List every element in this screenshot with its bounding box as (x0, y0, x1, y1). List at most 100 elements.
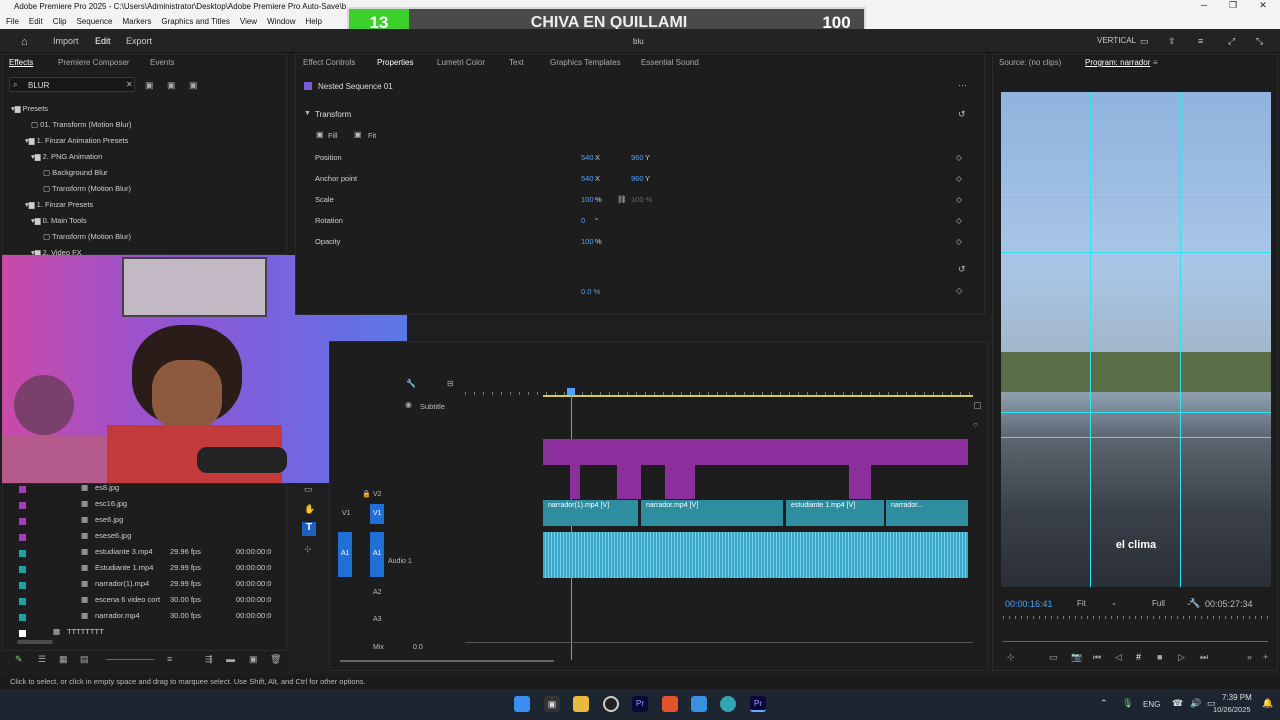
project-item-name[interactable]: narrador(1).mp4 (95, 579, 149, 588)
maximize-button[interactable]: ❐ (1218, 0, 1248, 14)
sort-icon[interactable]: ≡ (167, 654, 172, 664)
param-value-1[interactable]: 100 (581, 237, 594, 246)
menu-view[interactable]: View (240, 17, 257, 26)
freeform-view-icon[interactable]: ▤ (80, 654, 89, 665)
accelerated-icon[interactable]: ▣ (145, 80, 154, 91)
param-value-2[interactable]: 100 % (631, 195, 652, 204)
go-to-out-icon[interactable]: ⏭ (1200, 652, 1208, 663)
collapse-icon[interactable]: ▼ (304, 110, 311, 117)
program-ruler[interactable] (1003, 616, 1268, 619)
step-back-icon[interactable]: ◁ (1115, 652, 1122, 663)
param-value-2[interactable]: 960 (631, 174, 644, 183)
mix-value[interactable]: 0.0 (413, 644, 423, 651)
reset-icon-2[interactable]: ↺ (958, 264, 966, 275)
effects-tree-item[interactable]: ▾▆ 2. PNG Animation (31, 152, 102, 161)
obs-icon[interactable] (603, 696, 619, 712)
settings-wrench-icon[interactable]: 🔧 (1189, 598, 1200, 609)
reset-icon[interactable]: ↺ (958, 109, 966, 120)
home-icon[interactable]: ⌂ (21, 36, 28, 48)
keyframe-icon[interactable]: ◇ (956, 237, 962, 246)
yuv-icon[interactable]: ▣ (189, 80, 198, 91)
panel-icon[interactable]: ▭ (1140, 36, 1149, 47)
captions-icon[interactable]: ⊟ (447, 379, 454, 388)
fill-button[interactable]: Fill (328, 131, 338, 140)
effects-tree-item[interactable]: ▢ Transform (Motion Blur) (43, 184, 131, 193)
extra-value[interactable]: 0.0 % (581, 287, 600, 296)
brave-icon[interactable] (662, 696, 678, 712)
volume-icon[interactable]: 🔊 (1190, 698, 1201, 709)
project-item-name[interactable]: escena 6 video cort (95, 595, 160, 604)
type-tool-icon[interactable]: T (302, 522, 316, 536)
file-explorer-icon[interactable] (573, 696, 589, 712)
grid-icon[interactable]: # (1136, 652, 1141, 662)
effects-tree-item[interactable]: ▾▆ Presets (11, 104, 48, 113)
label-color-swatch[interactable] (19, 614, 26, 621)
param-value-1[interactable]: 100 (581, 195, 594, 204)
stop-icon[interactable]: ■ (1157, 652, 1162, 662)
tab-graphics-templates[interactable]: Graphics Templates (550, 58, 621, 67)
export-tab[interactable]: Export (126, 36, 152, 46)
effects-tree-item[interactable]: ▢ 01. Transform (Motion Blur) (31, 120, 131, 129)
more-icon[interactable]: ⋯ (958, 80, 967, 91)
tab-lumetri-color[interactable]: Lumetri Color (437, 58, 485, 67)
menu-icon[interactable]: ≡ (1198, 36, 1203, 46)
close-button[interactable]: ✕ (1248, 0, 1278, 14)
slip-tool-icon[interactable]: ▭ (304, 484, 313, 495)
program-timecode[interactable]: 00:00:16:41 (1005, 599, 1053, 609)
program-menu-icon[interactable]: ≡ (1153, 58, 1158, 67)
effects-tree-item[interactable]: ▢ Transform (Motion Blur) (43, 232, 131, 241)
label-color-swatch[interactable] (19, 566, 26, 573)
hand-tool-icon[interactable]: ✋ (304, 504, 315, 515)
mic-icon[interactable]: 🎙 (1122, 698, 1133, 709)
fit-icon[interactable]: ▣ (354, 130, 362, 139)
tab-premiere-composer[interactable]: Premiere Composer (58, 58, 130, 67)
purple-clip-track[interactable] (543, 439, 968, 465)
project-item-name[interactable]: estudiante 3.mp4 (95, 547, 153, 556)
premiere-active-icon[interactable]: Pr (750, 696, 766, 712)
chevron-down-icon[interactable]: ⌄ (1111, 599, 1117, 607)
keyframe-icon[interactable]: ◇ (956, 216, 962, 225)
playhead-handle[interactable] (567, 388, 575, 395)
purple-clip-c[interactable] (665, 465, 695, 499)
link-icon[interactable]: ⛓ (617, 195, 627, 204)
label-color-swatch[interactable] (19, 550, 26, 557)
search-input[interactable]: BLUR (28, 81, 49, 90)
project-item-name[interactable]: Estudiante 1.mp4 (95, 563, 153, 572)
edge-icon[interactable] (720, 696, 736, 712)
marker-icon[interactable]: ⊹ (1007, 652, 1015, 663)
tab-properties[interactable]: Properties (377, 58, 413, 67)
keyframe-icon[interactable]: ◇ (956, 286, 962, 295)
menu-file[interactable]: File (6, 17, 19, 26)
keyframe-icon[interactable]: ◇ (956, 174, 962, 183)
minimize-button[interactable]: ─ (1189, 0, 1219, 14)
fit-button[interactable]: Fit (368, 131, 376, 140)
program-zoom-bar[interactable] (1003, 641, 1268, 642)
work-area-bar[interactable] (543, 395, 973, 397)
automate-icon[interactable]: ⇶ (205, 654, 213, 665)
menu-window[interactable]: Window (267, 17, 295, 26)
label-color-swatch[interactable] (19, 534, 26, 541)
go-to-in-icon[interactable]: ⏮ (1093, 652, 1101, 663)
effects-search[interactable]: ⌕ BLUR ✕ (9, 77, 135, 92)
program-tab[interactable]: Program: narrador (1085, 58, 1150, 67)
param-value-2[interactable]: 960 (631, 153, 644, 162)
keyframe-icon[interactable]: ◇ (956, 195, 962, 204)
param-value-1[interactable]: 0 (581, 216, 585, 225)
tab-events[interactable]: Events (150, 58, 174, 67)
scroll-knob[interactable]: ○ (973, 420, 978, 429)
fill-icon[interactable]: ▣ (316, 130, 324, 139)
menu-help[interactable]: Help (306, 17, 322, 26)
icon-view-icon[interactable]: ▦ (59, 654, 68, 665)
purple-clip-b[interactable] (617, 465, 641, 499)
audio-clip[interactable] (543, 532, 968, 578)
track-v1-source[interactable]: V1 (342, 510, 351, 517)
subtitle-scroll[interactable] (974, 402, 981, 409)
folder-icon[interactable]: ▬ (226, 654, 235, 664)
notepad-icon[interactable] (691, 696, 707, 712)
tray-time[interactable]: 7:39 PM (1222, 693, 1252, 702)
label-color-swatch[interactable] (19, 518, 26, 525)
compare-icon[interactable]: ▭ (1049, 652, 1058, 663)
import-tab[interactable]: Import (53, 36, 79, 46)
tray-date[interactable]: 10/26/2025 (1213, 705, 1251, 714)
timeline-hscroll[interactable] (465, 642, 973, 643)
